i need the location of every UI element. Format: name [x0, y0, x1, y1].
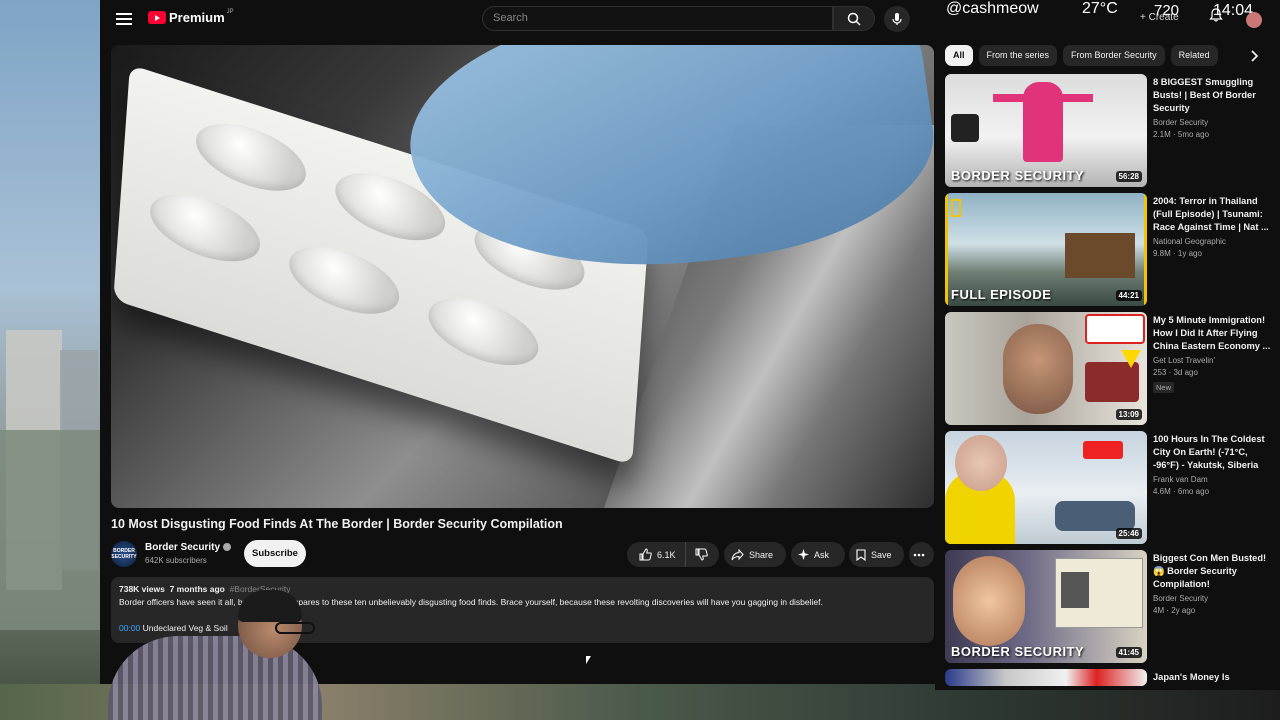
channel-name[interactable]: Border Security — [145, 542, 232, 553]
recommendation-stats: 2.1M · 5mo ago — [1153, 130, 1210, 139]
recommendation-title[interactable]: My 5 Minute Immigration! How I Did It Af… — [1153, 314, 1271, 353]
recommendation-title[interactable]: 100 Hours In The Coldest City On Earth! … — [1153, 433, 1271, 472]
chip-from-border-security[interactable]: From Border Security — [1063, 45, 1165, 66]
video-duration: 25:46 — [1115, 528, 1142, 539]
streamer-handle: @cashmeow — [946, 0, 1039, 17]
share-icon — [731, 548, 744, 560]
save-button[interactable]: Save — [849, 542, 904, 567]
webcam-person-hair — [238, 590, 302, 622]
resolution-readout: 720 — [1154, 2, 1180, 19]
search-input[interactable]: Search — [482, 6, 833, 31]
like-dislike-group: 6.1K — [627, 542, 719, 567]
video-thumbnail[interactable]: 25:46 — [945, 431, 1147, 544]
user-avatar[interactable] — [1246, 12, 1262, 28]
recommendation-info: 2004: Terror in Thailand (Full Episode) … — [1153, 195, 1271, 258]
share-label: Share — [749, 549, 774, 560]
recommendation-item[interactable]: 25:46 100 Hours In The Coldest City On E… — [945, 431, 1270, 544]
verified-icon — [223, 543, 232, 551]
subscriber-count: 642K subscribers — [145, 556, 207, 565]
video-duration: 13:09 — [1115, 409, 1142, 420]
recommendation-stats: 9.8M · 1y ago — [1153, 249, 1202, 258]
recommendation-stats: 4.6M · 6mo ago — [1153, 487, 1210, 496]
subscribe-button[interactable]: Subscribe — [244, 540, 306, 567]
youtube-logo[interactable]: Premium JP — [148, 8, 234, 25]
video-player[interactable] — [111, 45, 934, 508]
recommendation-channel[interactable]: Border Security — [1153, 594, 1271, 603]
mic-icon — [892, 13, 902, 25]
recommendation-info: 100 Hours In The Coldest City On Earth! … — [1153, 433, 1271, 496]
logo-region: JP — [226, 8, 234, 15]
webcam-person-glasses — [275, 622, 315, 634]
related-filter-chips: All From the series From Border Security… — [945, 45, 1218, 66]
ask-button[interactable]: Ask — [791, 542, 845, 567]
video-thumbnail[interactable]: BORDER SECURITY 56:28 — [945, 74, 1147, 187]
thumbnail-caption: FULL EPISODE — [951, 287, 1052, 302]
chip-all[interactable]: All — [945, 45, 973, 66]
play-logo-icon — [148, 11, 166, 24]
recommendation-item[interactable]: Japan's Money Is Collapsing — [945, 669, 1270, 686]
recommendation-info: Japan's Money Is Collapsing — [1153, 671, 1270, 686]
temperature-readout: 27°C — [1082, 0, 1118, 17]
recommendation-item[interactable]: FULL EPISODE 44:21 2004: Terror in Thail… — [945, 193, 1270, 306]
recommendation-stats: 253 · 3d ago — [1153, 368, 1198, 377]
recommendation-info: My 5 Minute Immigration! How I Did It Af… — [1153, 314, 1271, 395]
recommendation-title[interactable]: 2004: Terror in Thailand (Full Episode) … — [1153, 195, 1271, 234]
recommendation-item[interactable]: BORDER SECURITY 56:28 8 BIGGEST Smugglin… — [945, 74, 1270, 187]
video-thumbnail[interactable]: BORDER SECURITY 41:45 — [945, 550, 1147, 663]
chevron-right-icon[interactable] — [1244, 46, 1264, 66]
thumbs-down-icon — [695, 548, 708, 561]
dislike-button[interactable] — [686, 542, 722, 567]
recommendation-channel[interactable]: National Geographic — [1153, 237, 1271, 246]
video-thumbnail[interactable]: 13:09 — [945, 312, 1147, 425]
bookmark-icon — [856, 548, 866, 561]
search-button[interactable] — [833, 6, 875, 31]
thumbnail-caption: BORDER SECURITY — [951, 168, 1085, 183]
video-duration: 41:45 — [1115, 647, 1142, 658]
voice-search-button[interactable] — [884, 6, 910, 32]
channel-name-text: Border Security — [145, 542, 221, 553]
like-button[interactable]: 6.1K — [627, 542, 686, 567]
search-icon — [847, 12, 861, 26]
logo-text: Premium — [169, 10, 225, 25]
share-button[interactable]: Share — [724, 542, 786, 567]
thumbnail-caption: BORDER SECURITY — [951, 644, 1085, 659]
chip-related[interactable]: Related — [1170, 45, 1218, 66]
save-label: Save — [871, 549, 892, 560]
channel-avatar[interactable]: BORDER SECURITY — [111, 541, 137, 567]
recommendation-info: Biggest Con Men Busted! 😱 Border Securit… — [1153, 552, 1271, 615]
chip-from-the-series[interactable]: From the series — [978, 45, 1058, 66]
sparkle-icon — [798, 549, 809, 560]
thumbs-up-icon — [639, 548, 652, 561]
video-duration: 44:21 — [1115, 290, 1142, 301]
recommendation-channel[interactable]: Frank van Dam — [1153, 475, 1271, 484]
webcam-overlay — [100, 588, 322, 720]
recommendation-channel[interactable]: Border Security — [1153, 118, 1271, 127]
video-duration: 56:28 — [1115, 171, 1142, 182]
ask-label: Ask — [814, 549, 830, 560]
like-count: 6.1K — [657, 549, 676, 560]
recommendation-item[interactable]: BORDER SECURITY 41:45 Biggest Con Men Bu… — [945, 550, 1270, 663]
recommendation-title[interactable]: 8 BIGGEST Smuggling Busts! | Best Of Bor… — [1153, 76, 1271, 115]
more-actions-button[interactable] — [909, 542, 934, 567]
more-horizontal-icon — [913, 553, 925, 556]
video-thumbnail[interactable] — [945, 669, 1147, 686]
video-title: 10 Most Disgusting Food Finds At The Bor… — [111, 517, 563, 531]
new-badge: New — [1153, 382, 1175, 393]
masthead: Premium JP Search — [100, 0, 935, 40]
video-thumbnail[interactable]: FULL EPISODE 44:21 — [945, 193, 1147, 306]
recommendation-title[interactable]: Biggest Con Men Busted! 😱 Border Securit… — [1153, 552, 1271, 591]
recommendation-info: 8 BIGGEST Smuggling Busts! | Best Of Bor… — [1153, 76, 1271, 139]
mouse-cursor-icon — [586, 656, 591, 664]
recommendation-title[interactable]: Japan's Money Is Collapsing — [1153, 671, 1270, 686]
hamburger-menu-icon[interactable] — [116, 11, 132, 27]
recommendation-stats: 4M · 2y ago — [1153, 606, 1196, 615]
recommendation-channel[interactable]: Get Lost Travelin' — [1153, 356, 1271, 365]
recommendation-item[interactable]: 13:09 My 5 Minute Immigration! How I Did… — [945, 312, 1270, 425]
